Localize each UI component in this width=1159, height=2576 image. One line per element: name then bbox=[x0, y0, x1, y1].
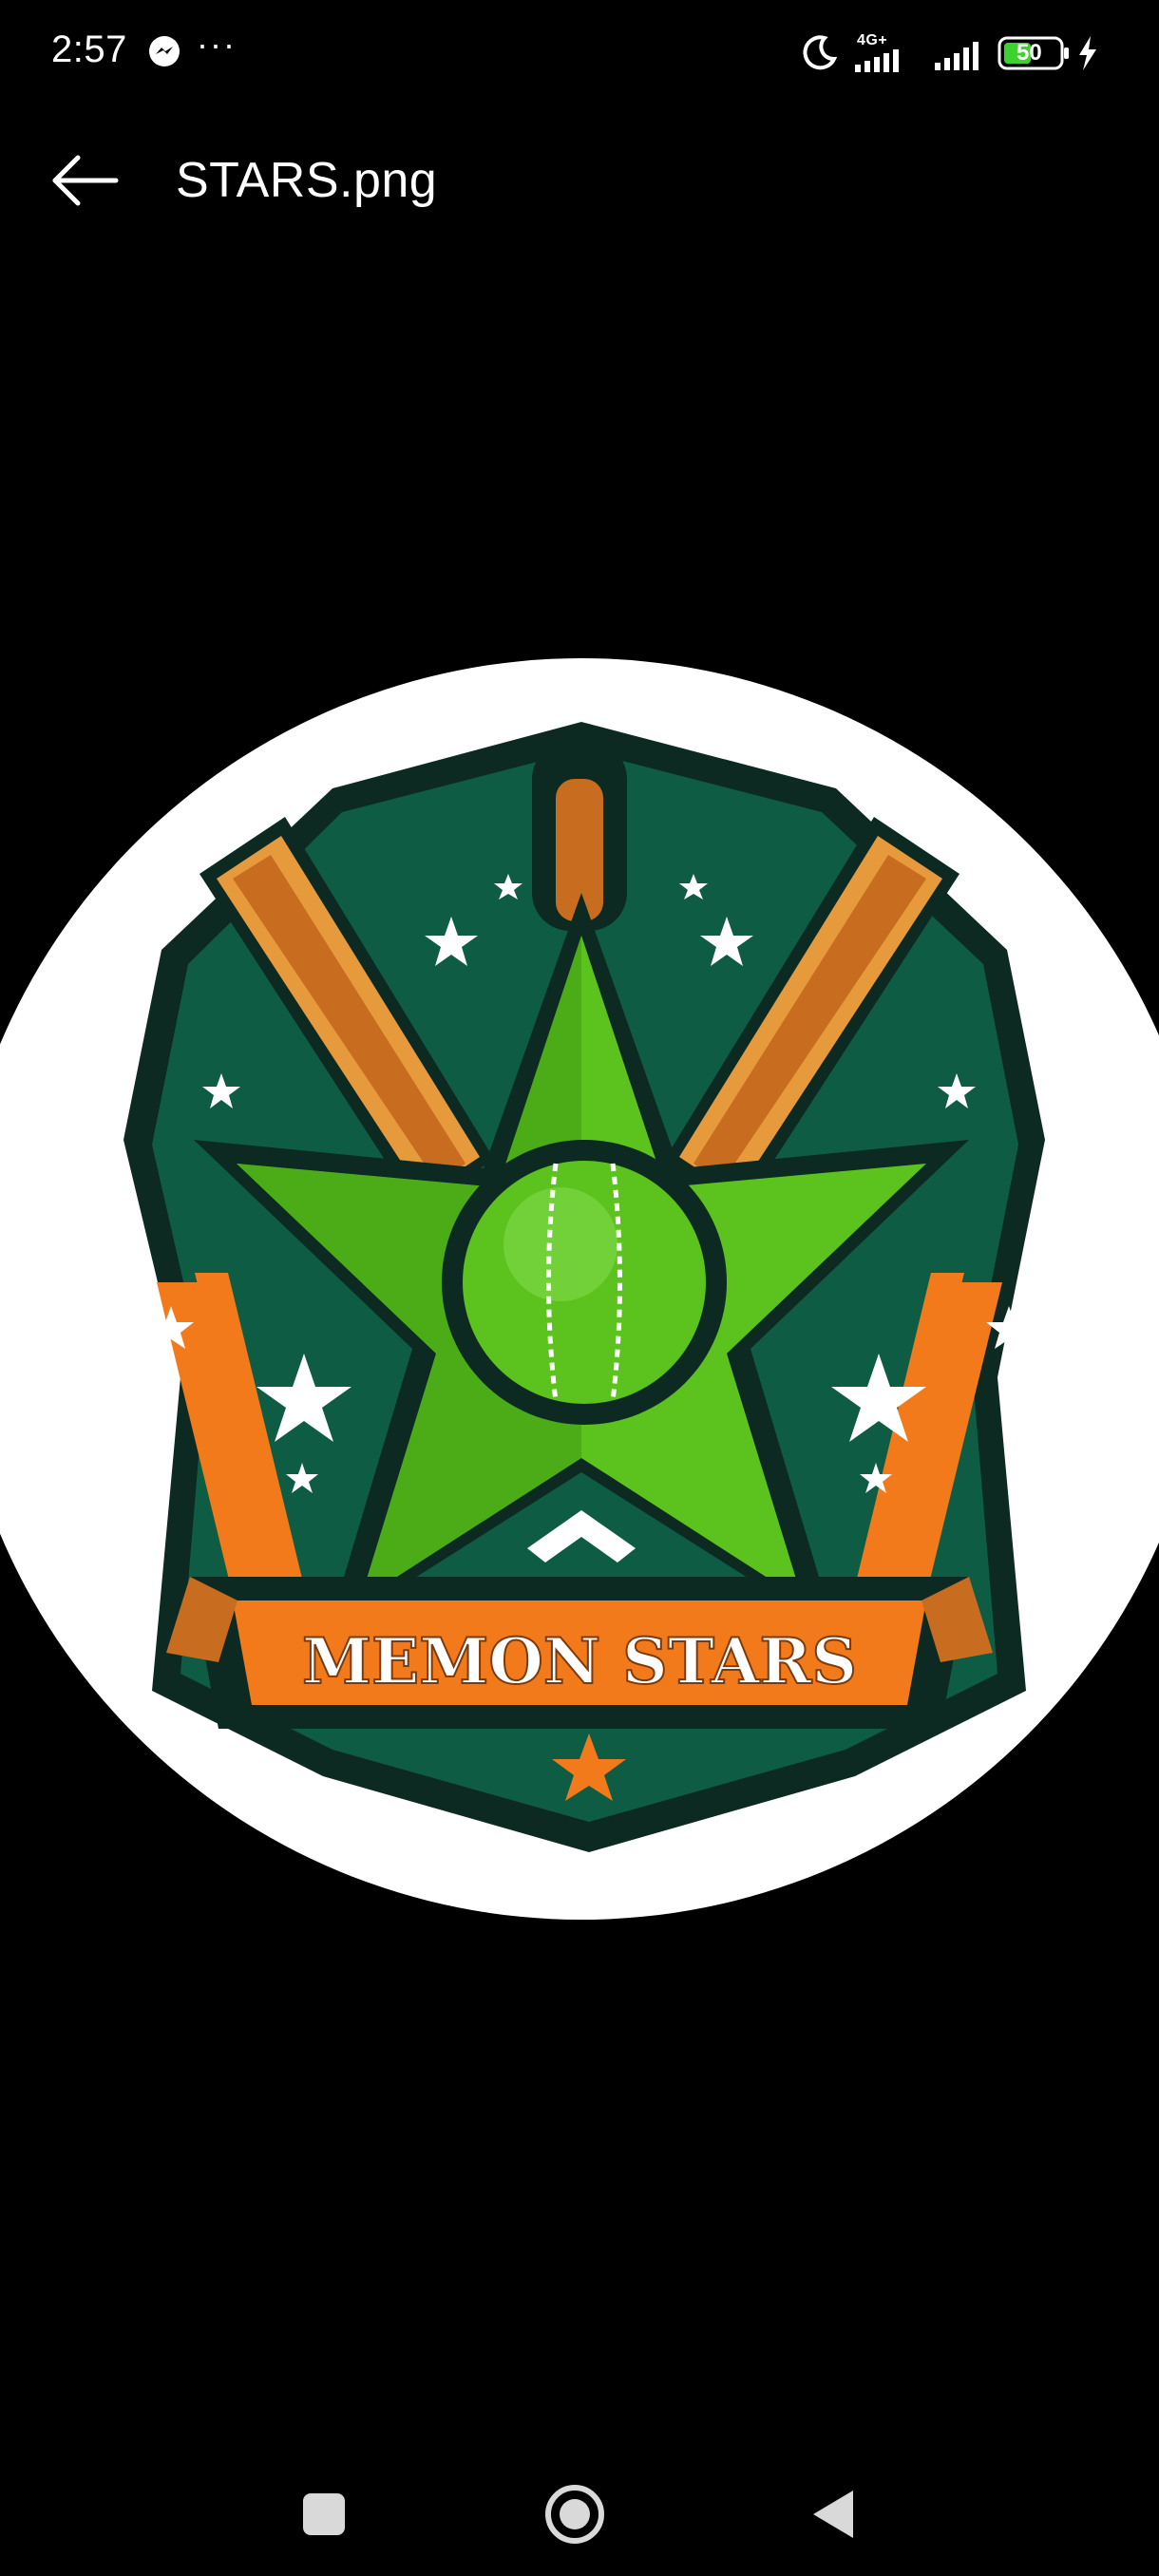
arrow-left-icon[interactable] bbox=[48, 142, 124, 218]
status-time: 2:57 bbox=[51, 28, 127, 70]
home-circle-icon[interactable] bbox=[532, 2472, 618, 2557]
app-bar: STARS.png bbox=[0, 123, 1159, 237]
notification-more-icon: ··· bbox=[197, 25, 237, 64]
signal-icon bbox=[935, 42, 978, 70]
image-viewer[interactable]: MEMON STARS bbox=[0, 285, 1159, 2422]
messenger-icon bbox=[149, 36, 180, 66]
logo-banner-text: MEMON STARS bbox=[302, 1624, 857, 1698]
file-title: STARS.png bbox=[176, 153, 438, 208]
navigation-bar bbox=[0, 2451, 1159, 2576]
signal-4g-icon bbox=[855, 49, 899, 72]
memon-stars-logo: MEMON STARS bbox=[0, 658, 1159, 1920]
battery-level: 50 bbox=[1016, 40, 1042, 66]
charging-bolt-icon bbox=[1079, 36, 1096, 70]
back-triangle-icon[interactable] bbox=[788, 2472, 874, 2557]
do-not-disturb-moon-icon bbox=[803, 35, 838, 70]
network-type-label: 4G+ bbox=[857, 32, 888, 48]
recent-apps-square-icon[interactable] bbox=[281, 2472, 367, 2557]
status-bar: 2:57 ··· 4G+ 50 bbox=[0, 0, 1159, 104]
